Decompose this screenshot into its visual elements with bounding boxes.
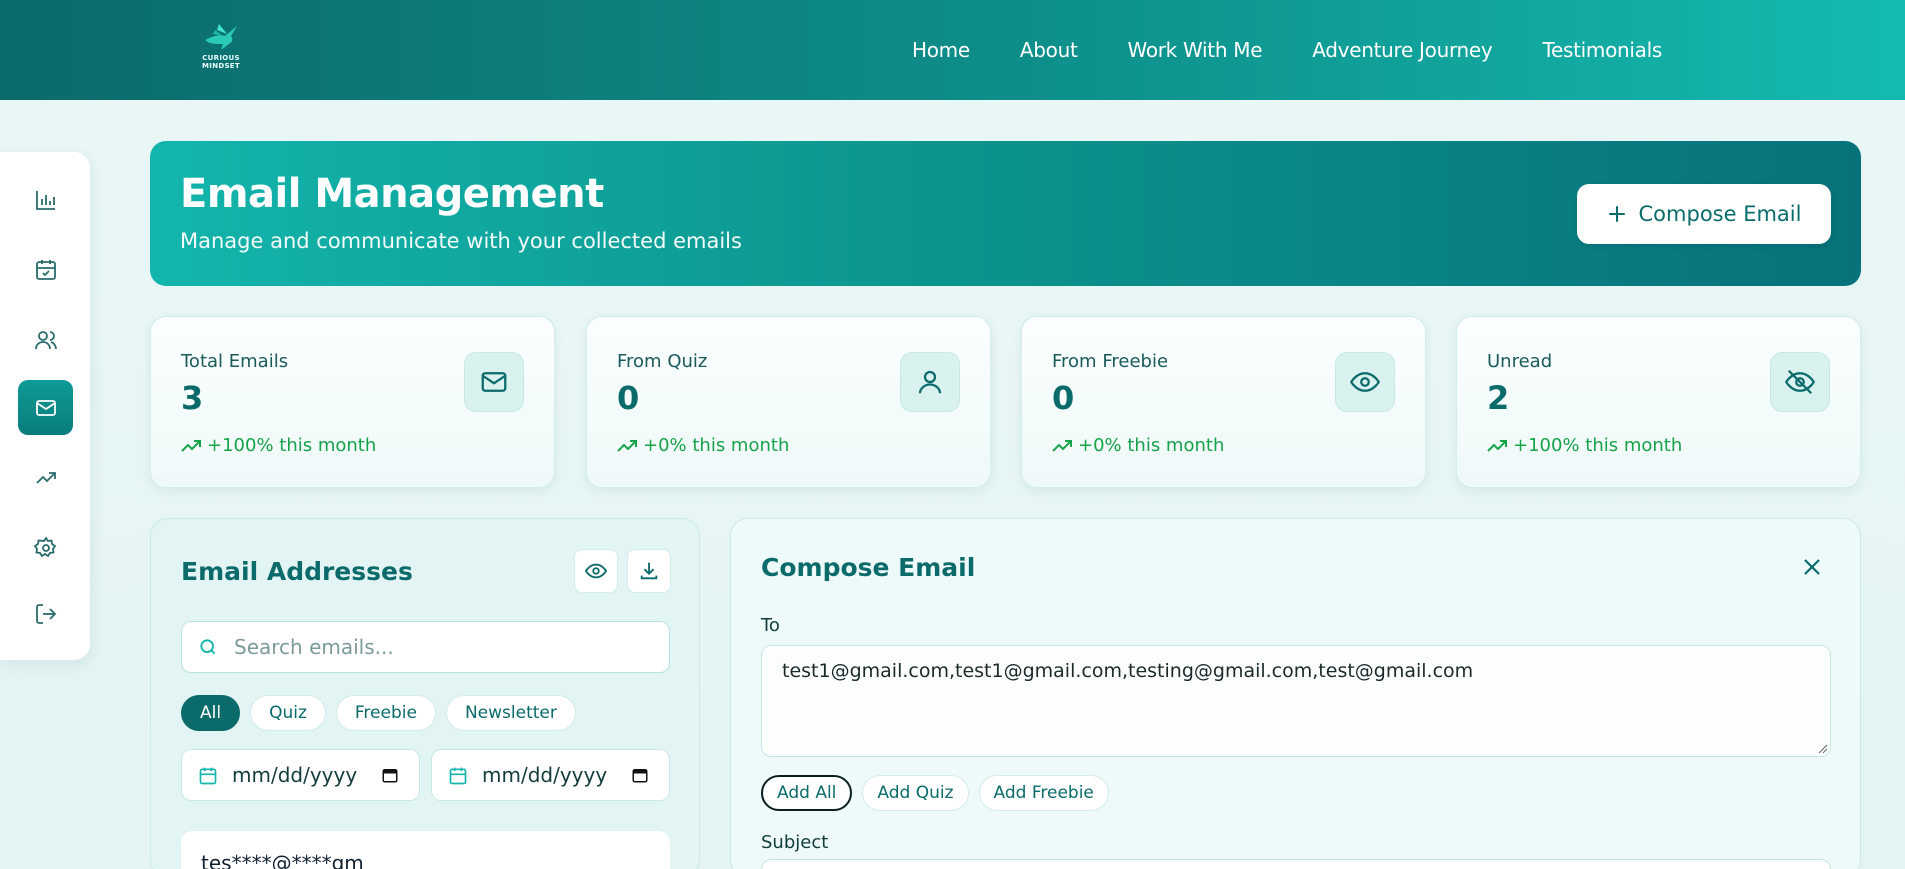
- calendar-check-icon: [35, 259, 56, 280]
- compose-email-button[interactable]: Compose Email: [1577, 184, 1831, 244]
- date-to-value: mm/dd/yyyy: [482, 763, 608, 787]
- download-icon: [640, 562, 658, 580]
- date-from-input[interactable]: mm/dd/yyyy: [181, 749, 420, 801]
- stat-card-total-emails: Total Emails 3 +100% this month: [150, 316, 555, 488]
- to-field[interactable]: test1@gmail.com,test1@gmail.com,testing@…: [761, 645, 1831, 757]
- calendar-picker-icon[interactable]: [381, 766, 399, 784]
- sidebar-item-emails[interactable]: [18, 380, 73, 435]
- nav-home[interactable]: Home: [912, 38, 970, 62]
- stat-label: Total Emails: [181, 351, 289, 372]
- page-title: Email Management: [180, 171, 604, 217]
- sidebar-item-logout[interactable]: [18, 586, 73, 641]
- top-navbar: CURIOUS MINDSET Home About Work With Me A…: [0, 0, 1905, 100]
- hummingbird-logo-icon: [205, 24, 237, 50]
- toggle-visibility-button[interactable]: [574, 549, 618, 593]
- plus-icon: [1608, 206, 1625, 222]
- compose-email-label: Compose Email: [1638, 202, 1802, 226]
- eye-off-icon: [1785, 369, 1815, 395]
- users-icon: [34, 330, 57, 349]
- stat-icon-box: [900, 352, 960, 412]
- subject-label: Subject: [761, 832, 829, 853]
- nav-adventure-journey[interactable]: Adventure Journey: [1312, 38, 1493, 62]
- eye-icon: [585, 563, 607, 579]
- date-to-input[interactable]: mm/dd/yyyy: [431, 749, 670, 801]
- filter-chips: All Quiz Freebie Newsletter: [181, 695, 576, 731]
- site-logo[interactable]: CURIOUS MINDSET: [196, 20, 246, 80]
- filter-newsletter[interactable]: Newsletter: [445, 695, 576, 731]
- calendar-picker-icon[interactable]: [631, 766, 649, 784]
- stat-label: From Freebie: [1052, 351, 1169, 372]
- email-addresses-title: Email Addresses: [181, 557, 413, 586]
- stat-trend: +100% this month: [1487, 435, 1682, 456]
- stat-label: From Quiz: [617, 351, 708, 372]
- trending-up-icon: [617, 439, 637, 452]
- resize-handle-icon[interactable]: [1818, 744, 1828, 754]
- stat-trend-text: +100% this month: [207, 435, 377, 456]
- filter-quiz[interactable]: Quiz: [250, 695, 326, 731]
- to-label: To: [761, 615, 780, 636]
- main-nav: Home About Work With Me Adventure Journe…: [912, 38, 1662, 62]
- download-button[interactable]: [627, 549, 671, 593]
- trending-up-icon: [1052, 439, 1072, 452]
- nav-testimonials[interactable]: Testimonials: [1542, 38, 1662, 62]
- mail-icon: [35, 399, 56, 416]
- nav-about[interactable]: About: [1020, 38, 1078, 62]
- stat-trend-text: +0% this month: [643, 435, 790, 456]
- email-list-item[interactable]: tes****@****gm: [181, 831, 670, 869]
- sidebar-item-calendar[interactable]: [18, 242, 73, 297]
- close-icon[interactable]: [1800, 555, 1824, 579]
- sidebar-item-users[interactable]: [18, 312, 73, 367]
- stat-label: Unread: [1487, 351, 1553, 372]
- stat-card-from-freebie: From Freebie 0 +0% this month: [1021, 316, 1426, 488]
- filter-all[interactable]: All: [181, 695, 241, 731]
- page-header-banner: Email Management Manage and communicate …: [150, 141, 1861, 286]
- add-quiz-button[interactable]: Add Quiz: [862, 775, 969, 811]
- compose-email-panel: Compose Email To test1@gmail.com,test1@g…: [730, 518, 1861, 869]
- calendar-icon: [449, 767, 467, 785]
- stat-value: 0: [617, 379, 640, 417]
- recipient-shortcuts: Add All Add Quiz Add Freebie: [761, 775, 1109, 811]
- sidebar: [0, 152, 90, 660]
- stat-trend: +0% this month: [1052, 435, 1224, 456]
- stat-icon-box: [1335, 352, 1395, 412]
- trending-up-icon: [181, 439, 201, 452]
- page-subtitle: Manage and communicate with your collect…: [180, 229, 742, 253]
- bar-chart-icon: [35, 190, 55, 210]
- logout-icon: [35, 603, 56, 624]
- sidebar-item-settings[interactable]: [18, 520, 73, 575]
- calendar-icon: [199, 767, 217, 785]
- subject-field[interactable]: [761, 859, 1831, 869]
- filter-freebie[interactable]: Freebie: [335, 695, 436, 731]
- sidebar-item-analytics[interactable]: [18, 172, 73, 227]
- add-all-button[interactable]: Add All: [761, 775, 853, 811]
- email-address-masked: tes****@****gm: [201, 851, 364, 869]
- nav-work-with-me[interactable]: Work With Me: [1128, 38, 1263, 62]
- user-icon: [918, 370, 942, 394]
- eye-icon: [1350, 372, 1380, 392]
- stat-icon-box: [464, 352, 524, 412]
- to-field-value: test1@gmail.com,test1@gmail.com,testing@…: [782, 660, 1474, 682]
- date-from-value: mm/dd/yyyy: [232, 763, 358, 787]
- stat-trend-text: +100% this month: [1513, 435, 1683, 456]
- email-addresses-panel: Email Addresses Search emails... All Qui…: [150, 518, 700, 869]
- mail-icon: [481, 372, 507, 392]
- stat-trend: +100% this month: [181, 435, 376, 456]
- stat-icon-box: [1770, 352, 1830, 412]
- stat-card-from-quiz: From Quiz 0 +0% this month: [586, 316, 991, 488]
- stat-value: 3: [181, 379, 204, 417]
- stat-value: 0: [1052, 379, 1075, 417]
- add-freebie-button[interactable]: Add Freebie: [978, 775, 1109, 811]
- stat-value: 2: [1487, 379, 1510, 417]
- search-placeholder: Search emails...: [234, 635, 394, 659]
- search-input[interactable]: Search emails...: [181, 621, 670, 673]
- stat-trend-text: +0% this month: [1078, 435, 1225, 456]
- trending-up-icon: [35, 471, 56, 484]
- compose-title: Compose Email: [761, 553, 976, 582]
- gear-icon: [33, 535, 56, 557]
- search-icon: [200, 639, 216, 655]
- trending-up-icon: [1487, 439, 1507, 452]
- sidebar-item-trends[interactable]: [18, 450, 73, 505]
- stat-card-unread: Unread 2 +100% this month: [1456, 316, 1861, 488]
- stat-trend: +0% this month: [617, 435, 789, 456]
